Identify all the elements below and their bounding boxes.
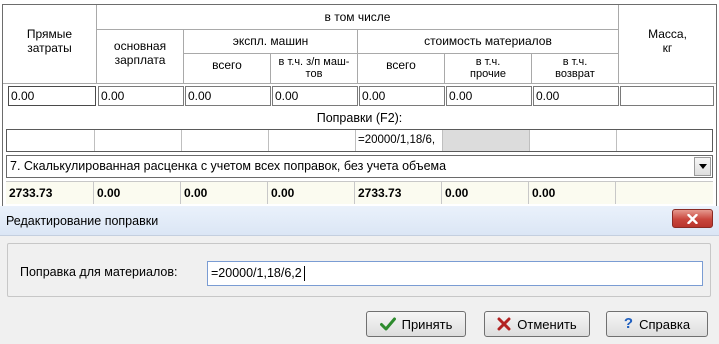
totals-row: 2733.73 0.00 0.00 0.00 2733.73 0.00 0.00 [6, 181, 713, 205]
correction-materials-total[interactable]: =20000/1,18/6, [356, 130, 443, 151]
col-direct-costs: Прямые затраты [26, 27, 73, 55]
col-materials-return: в т.ч. возврат [555, 56, 595, 80]
calculation-mode-dropdown[interactable]: 7. Скалькулированная расценка с учетом в… [6, 155, 713, 178]
chevron-down-icon[interactable] [694, 157, 711, 176]
total-base-salary: 0.00 [94, 182, 181, 204]
col-base-salary: основная зарплата [113, 39, 167, 67]
dialog-title: Редактирование поправки [6, 214, 159, 228]
correction-materials-return[interactable] [530, 130, 617, 151]
col-materials-other: в т.ч. прочие [470, 56, 506, 80]
value-materials-other[interactable]: 0.00 [446, 86, 532, 106]
total-direct-costs: 2733.73 [6, 182, 94, 204]
dialog-titlebar[interactable]: Редактирование поправки [0, 206, 719, 236]
question-icon: ? [623, 315, 634, 332]
col-machine-total: всего [212, 58, 242, 72]
header-materials-cost: стоимость материалов [424, 34, 552, 48]
help-button-label: Справка [639, 316, 691, 332]
header-machine-operation: экспл. машин [232, 34, 309, 48]
accept-button-label: Принять [401, 316, 453, 332]
col-machine-salary: в т.ч. з/п маш-тов [278, 56, 350, 80]
help-button[interactable]: ? Справка [606, 311, 708, 337]
correction-materials-other[interactable] [443, 130, 530, 151]
total-machine-salary: 0.00 [268, 182, 355, 204]
material-correction-input[interactable]: =20000/1,18/6,2 [207, 261, 703, 286]
correction-machine-salary[interactable] [269, 130, 356, 151]
total-materials-other: 0.00 [442, 182, 529, 204]
total-machine-total: 0.00 [181, 182, 268, 204]
correction-direct-costs[interactable] [7, 130, 95, 151]
correction-machine-total[interactable] [182, 130, 269, 151]
value-machine-total[interactable]: 0.00 [185, 86, 271, 106]
value-base-salary[interactable]: 0.00 [98, 86, 184, 106]
col-materials-total: всего [386, 58, 416, 72]
cancel-button[interactable]: Отменить [484, 311, 590, 337]
col-mass: Масса, кг [648, 27, 687, 55]
accept-button[interactable]: Принять [366, 311, 466, 337]
cancel-button-label: Отменить [517, 316, 577, 332]
material-correction-label: Поправка для материалов: [20, 265, 178, 279]
correction-base-salary[interactable] [95, 130, 182, 151]
value-materials-return[interactable]: 0.00 [533, 86, 619, 106]
check-icon [379, 317, 396, 331]
value-mass[interactable] [620, 86, 714, 106]
cost-grid: Прямые затраты в том числе основная зарп… [2, 4, 717, 209]
material-correction-value: =20000/1,18/6,2 [211, 266, 302, 280]
total-materials-return: 0.00 [529, 182, 616, 204]
total-materials-total: 2733.73 [355, 182, 442, 204]
header-including: в том числе [324, 10, 391, 24]
corrections-label: Поправки (F2): [316, 111, 403, 125]
correction-mass[interactable] [617, 130, 712, 151]
dropdown-selected-label: 7. Скалькулированная расценка с учетом в… [10, 159, 447, 173]
value-materials-total[interactable]: 0.00 [359, 86, 445, 106]
value-machine-salary[interactable]: 0.00 [272, 86, 358, 106]
x-icon [497, 317, 511, 331]
value-direct-costs[interactable]: 0.00 [8, 86, 96, 106]
total-mass [616, 182, 713, 204]
close-icon[interactable] [672, 209, 713, 228]
corrections-row: =20000/1,18/6, [6, 129, 713, 152]
